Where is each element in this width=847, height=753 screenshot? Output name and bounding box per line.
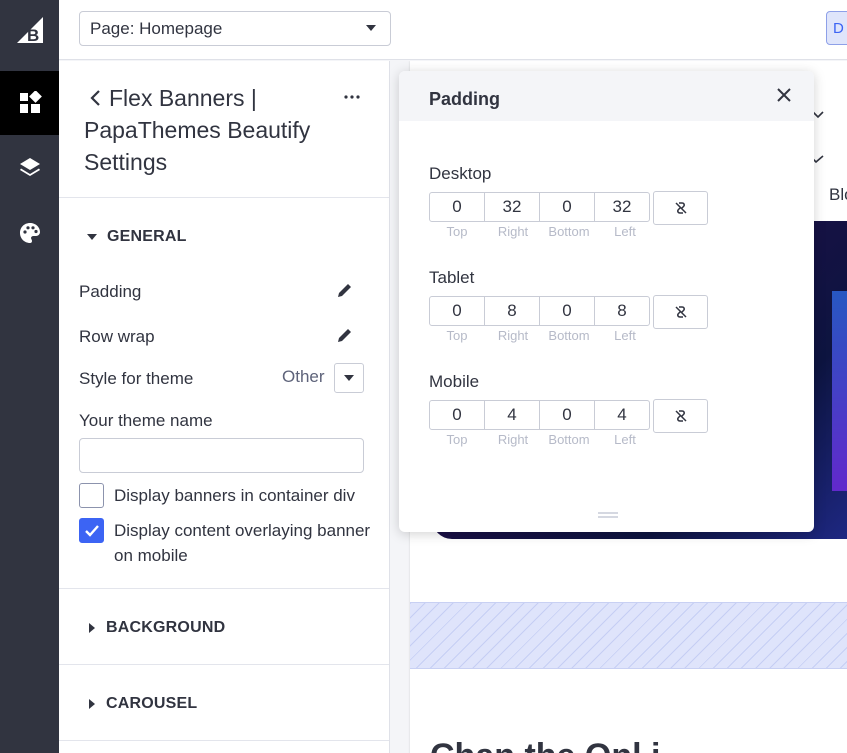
section-general-toggle[interactable]: GENERAL — [87, 228, 187, 246]
divider — [59, 588, 389, 589]
popover-header: Padding — [399, 71, 814, 121]
layers-icon — [19, 158, 40, 176]
overlay-mobile-label: Display content overlaying banner on mob… — [114, 521, 371, 565]
sidebar-title: Flex Banners | PapaThemes Beautify Setti… — [84, 85, 311, 175]
tablet-link-toggle[interactable] — [653, 295, 708, 329]
mobile-left-input[interactable]: 4 — [594, 400, 650, 430]
popover-title: Padding — [429, 89, 500, 109]
pencil-icon — [338, 284, 351, 297]
mobile-right-input[interactable]: 4 — [484, 400, 540, 430]
pencil-icon — [338, 329, 351, 342]
desktop-bottom-input[interactable]: 0 — [539, 192, 595, 222]
more-options-button[interactable] — [341, 89, 363, 105]
left-rail: B — [0, 0, 59, 753]
svg-text:B: B — [27, 26, 39, 45]
nav-blog-link[interactable]: Blog — [829, 185, 847, 205]
padding-popover: Padding Desktop 0 32 0 32 Top Right Bott… — [399, 71, 814, 532]
mobile-top-input[interactable]: 0 — [429, 400, 485, 430]
palette-icon — [19, 223, 40, 243]
mobile-side-labels: Top Right Bottom Left — [446, 432, 636, 447]
tablet-top-input[interactable]: 0 — [429, 296, 485, 326]
drag-handle[interactable] — [598, 512, 618, 518]
top-bar: Page: Homepage D — [59, 0, 847, 60]
logo-icon: B — [16, 17, 43, 45]
container-div-label: Display banners in container div — [114, 486, 355, 505]
desktop-side-labels: Top Right Bottom Left — [446, 224, 636, 239]
row-wrap-edit-button[interactable] — [335, 325, 355, 345]
overlay-mobile-checkbox[interactable] — [79, 518, 104, 543]
caret-down-icon — [87, 234, 97, 240]
settings-sidebar: Flex Banners | PapaThemes Beautify Setti… — [59, 61, 390, 753]
desktop-left-input[interactable]: 32 — [594, 192, 650, 222]
chevron-down-icon — [366, 25, 376, 31]
tablet-right-input[interactable]: 8 — [484, 296, 540, 326]
desktop-right-input[interactable]: 32 — [484, 192, 540, 222]
padding-label: Padding — [79, 282, 142, 301]
section-carousel-toggle[interactable]: CAROUSEL — [87, 695, 197, 713]
more-horizontal-icon — [344, 95, 360, 99]
checkmark-icon — [84, 524, 99, 537]
caret-right-icon — [89, 623, 95, 633]
caret-right-icon — [89, 699, 95, 709]
bigcommerce-logo[interactable]: B — [0, 0, 59, 60]
section-background-toggle[interactable]: BACKGROUND — [87, 619, 225, 637]
mobile-bottom-input[interactable]: 0 — [539, 400, 595, 430]
tablet-side-labels: Top Right Bottom Left — [446, 328, 636, 343]
theme-name-label: Your theme name — [79, 411, 213, 430]
device-button-label: D — [833, 19, 844, 37]
chevron-down-icon — [344, 375, 354, 381]
style-for-theme-value: Other — [282, 367, 325, 386]
unlink-icon — [674, 410, 687, 422]
mobile-label: Mobile — [429, 372, 480, 391]
style-for-theme-dropdown[interactable] — [334, 363, 364, 393]
sidebar-header: Flex Banners | PapaThemes Beautify Setti… — [59, 61, 389, 198]
desktop-link-toggle[interactable] — [653, 191, 708, 225]
divider — [59, 740, 389, 741]
unlink-icon — [674, 202, 687, 214]
container-div-checkbox[interactable] — [79, 483, 104, 508]
style-for-theme-label: Style for theme — [79, 369, 194, 388]
theme-styles-nav-button[interactable] — [0, 201, 59, 265]
tablet-left-input[interactable]: 8 — [594, 296, 650, 326]
page-select[interactable]: Page: Homepage — [79, 11, 391, 46]
row-wrap-label: Row wrap — [79, 327, 155, 346]
desktop-top-input[interactable]: 0 — [429, 192, 485, 222]
tablet-label: Tablet — [429, 268, 475, 287]
padding-edit-button[interactable] — [335, 280, 355, 300]
device-button[interactable]: D — [826, 11, 847, 45]
tablet-bottom-input[interactable]: 0 — [539, 296, 595, 326]
page-select-value: Page: Homepage — [90, 18, 223, 38]
close-icon[interactable] — [776, 87, 792, 103]
layers-nav-button[interactable] — [0, 136, 59, 200]
widgets-nav-button[interactable] — [0, 71, 59, 135]
unlink-icon — [674, 306, 687, 318]
desktop-label: Desktop — [429, 164, 492, 183]
widget-drop-zone[interactable] — [410, 602, 847, 669]
theme-name-input[interactable] — [79, 438, 364, 473]
divider — [59, 664, 389, 665]
widgets-icon — [19, 91, 42, 113]
section-heading: Chan the Onl i — [430, 737, 660, 753]
mobile-link-toggle[interactable] — [653, 399, 708, 433]
